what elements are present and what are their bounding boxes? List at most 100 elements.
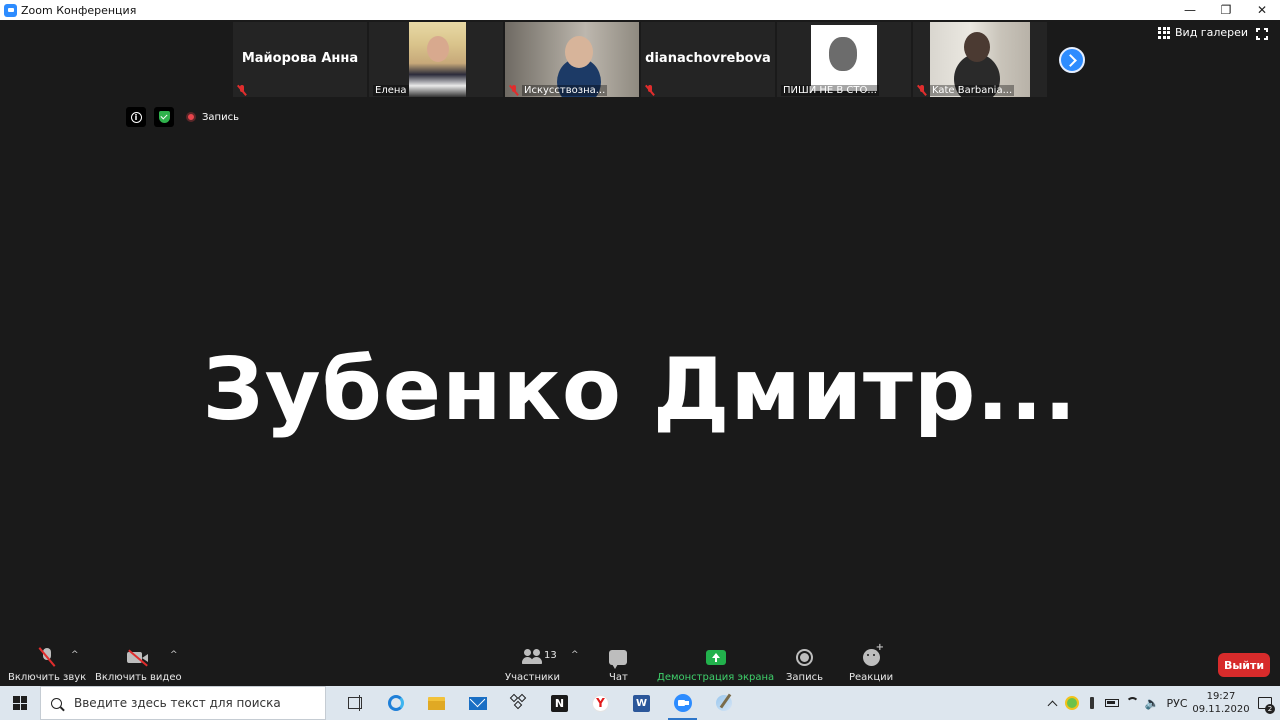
participants-label: Участники [505, 672, 561, 683]
clock-time: 19:27 [1206, 691, 1236, 702]
battery-icon [1105, 699, 1119, 707]
gallery-view-button[interactable]: Вид галереи [1158, 26, 1248, 39]
restore-button[interactable]: ❐ [1208, 0, 1244, 20]
word-icon: W [633, 694, 650, 712]
reactions-label: Реакции [849, 672, 894, 683]
tray-volume[interactable]: 🔈 [1142, 686, 1162, 720]
task-view-button[interactable] [334, 686, 375, 720]
audio-options-caret-icon[interactable]: ^ [71, 650, 79, 660]
taskbar-apps: N Y W [334, 686, 744, 720]
info-icon: i [130, 111, 142, 123]
windows-taskbar: N Y W 🔈 РУС 19:27 09.11.2020 2 [0, 686, 1280, 720]
shield-icon [158, 111, 170, 123]
dropbox-icon [509, 693, 527, 711]
participant-caption: Искусствозна... [509, 85, 608, 96]
taskbar-search[interactable] [40, 686, 326, 720]
tray-usb[interactable] [1082, 686, 1102, 720]
security-indicator[interactable] [154, 107, 174, 127]
start-button[interactable] [0, 686, 40, 720]
reactions-button[interactable]: Реакции [849, 642, 894, 684]
camera-off-icon [127, 648, 149, 666]
video-options-caret-icon[interactable]: ^ [170, 650, 178, 660]
input-language-indicator[interactable]: РУС [1162, 697, 1192, 710]
taskbar-dropbox[interactable] [498, 686, 539, 720]
fullscreen-icon[interactable] [1255, 27, 1269, 41]
taskbar-zoom[interactable] [662, 686, 703, 720]
action-center-button[interactable]: 2 [1250, 686, 1280, 720]
recording-label: Запись [202, 111, 239, 123]
record-icon [795, 648, 813, 666]
taskbar-clock[interactable]: 19:27 09.11.2020 [1192, 690, 1250, 716]
taskbar-notion[interactable]: N [539, 686, 580, 720]
mic-muted-icon [509, 85, 519, 96]
system-tray: 🔈 РУС 19:27 09.11.2020 2 [1042, 686, 1280, 720]
participant-name-label: ПИШИ НЕ В СТО... [781, 85, 879, 96]
taskbar-word[interactable]: W [621, 686, 662, 720]
windows-logo-icon [13, 696, 27, 710]
tray-network[interactable] [1122, 686, 1142, 720]
participant-tile-mayorova[interactable]: Майорова Анна [233, 22, 367, 97]
participant-name: dianachovrebova [645, 51, 771, 66]
meeting-info-button[interactable]: i [126, 107, 146, 127]
wifi-icon [1125, 696, 1139, 710]
start-video-button[interactable]: Включить видео [95, 646, 182, 683]
participant-video [409, 22, 466, 97]
leave-meeting-button[interactable]: Выйти [1218, 653, 1270, 677]
active-speaker-name: Зубенко Дмитр... [202, 340, 1078, 440]
participant-tile-kate[interactable]: Kate Barbania... [913, 22, 1047, 97]
tray-app-icon [1065, 696, 1079, 710]
participants-options-caret-icon[interactable]: ^ [571, 650, 579, 660]
share-screen-button[interactable]: Демонстрация экрана [657, 646, 774, 683]
chat-label: Чат [609, 672, 628, 683]
zoom-window: Zoom Конференция — ❐ ✕ Майорова Анна Еле… [0, 0, 1280, 720]
share-screen-label: Демонстрация экрана [657, 672, 775, 683]
taskbar-explorer[interactable] [416, 686, 457, 720]
close-button[interactable]: ✕ [1244, 0, 1280, 20]
mic-muted-icon [237, 85, 247, 96]
zoom-icon [673, 694, 692, 712]
microphone-muted-icon [38, 647, 56, 667]
taskbar-mail[interactable] [457, 686, 498, 720]
gallery-view-label: Вид галереи [1175, 26, 1249, 39]
minimize-button[interactable]: — [1172, 0, 1208, 20]
mail-icon [468, 696, 487, 710]
chat-button[interactable]: Чат [609, 646, 628, 683]
show-hidden-icons-button[interactable] [1042, 686, 1062, 720]
participant-tile-iskusstvo[interactable]: Искусствозна... [505, 22, 639, 97]
mic-muted-icon [917, 85, 927, 96]
meeting-toolbar: Включить звук ^ Включить видео ^ Участни… [0, 640, 1280, 686]
window-controls: — ❐ ✕ [1172, 0, 1280, 20]
tray-app-green[interactable] [1062, 686, 1082, 720]
taskbar-edge[interactable] [375, 686, 416, 720]
task-view-icon [347, 695, 362, 711]
usb-icon [1090, 697, 1094, 709]
edge-icon [387, 695, 404, 711]
participants-icon [521, 649, 544, 665]
participant-name-label: Искусствозна... [522, 85, 608, 96]
participant-tile-pishi[interactable]: ПИШИ НЕ В СТО... [777, 22, 911, 97]
meeting-status-indicators: i Запись [126, 107, 239, 127]
next-page-arrow-icon[interactable] [1059, 47, 1085, 73]
unmute-label: Включить звук [8, 672, 87, 683]
record-dot-icon [186, 112, 196, 122]
participant-name: Майорова Анна [241, 51, 359, 66]
participant-caption: Елена [373, 85, 409, 96]
participant-tile-diana[interactable]: dianachovrebova [641, 22, 775, 97]
participant-tile-elena[interactable]: Елена [369, 22, 503, 97]
tray-battery[interactable] [1102, 686, 1122, 720]
mic-muted-icon [645, 85, 655, 96]
start-video-label: Включить видео [95, 672, 182, 683]
share-screen-icon [705, 649, 726, 665]
chat-bubble-icon [609, 649, 628, 669]
yandex-browser-icon: Y [592, 694, 609, 712]
search-icon [51, 697, 62, 709]
record-button[interactable]: Запись [786, 646, 823, 683]
participant-caption: Kate Barbania... [917, 85, 1015, 96]
taskbar-yandex[interactable]: Y [580, 686, 621, 720]
zoom-app-icon [4, 3, 17, 17]
volume-icon: 🔈 [1144, 696, 1160, 710]
notion-icon: N [551, 694, 568, 712]
taskbar-search-input[interactable] [74, 696, 314, 710]
participant-caption: ПИШИ НЕ В СТО... [781, 85, 879, 96]
taskbar-paint[interactable] [703, 686, 744, 720]
